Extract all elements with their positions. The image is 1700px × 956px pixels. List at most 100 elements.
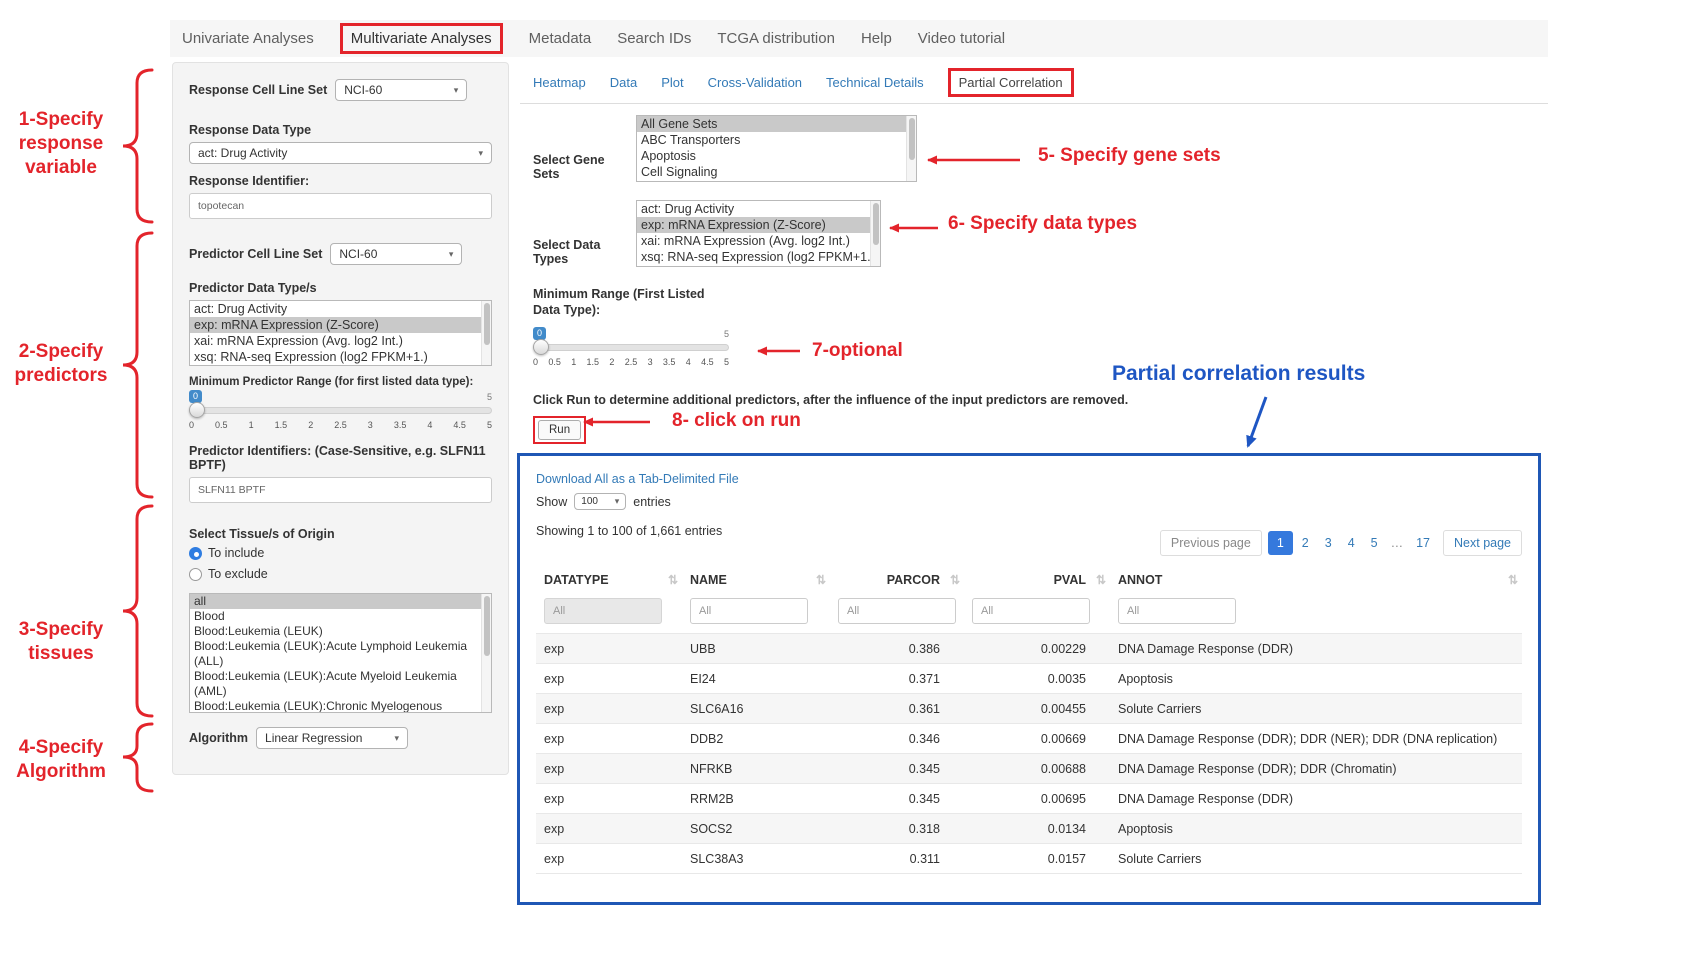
tissue-include-radio[interactable]: To include <box>189 546 492 560</box>
scrollbar-thumb[interactable] <box>873 203 879 245</box>
tissue-option[interactable]: Blood <box>190 609 491 624</box>
tissue-option[interactable]: Blood:Leukemia (LEUK):Chronic Myelogenou… <box>190 699 491 713</box>
column-header-name[interactable]: NAME ⇅ <box>682 564 830 596</box>
tissue-option[interactable]: all <box>190 594 491 609</box>
run-block: Click Run to determine additional predic… <box>533 393 1128 444</box>
scrollbar[interactable] <box>906 116 916 181</box>
filter-input-pval[interactable] <box>972 598 1090 624</box>
cell-annot: Apoptosis <box>1110 814 1522 844</box>
run-button[interactable]: Run <box>538 420 581 440</box>
scrollbar-thumb[interactable] <box>484 596 490 656</box>
page-button-1[interactable]: 1 <box>1268 531 1293 555</box>
sort-icon[interactable]: ⇅ <box>1508 573 1518 587</box>
page-button-17[interactable]: 17 <box>1409 531 1437 555</box>
filter-input-datatype[interactable] <box>544 598 662 624</box>
brace-step-4 <box>123 724 152 791</box>
scrollbar-thumb[interactable] <box>909 118 915 160</box>
tissue-option[interactable]: Blood:Leukemia (LEUK) <box>190 624 491 639</box>
cell-annot: DNA Damage Response (DDR) <box>1110 634 1522 664</box>
column-header-annot[interactable]: ANNOT⇅ <box>1110 564 1522 596</box>
data-type-option[interactable]: xsq: RNA-seq Expression (log2 FPKM+1.) <box>637 249 880 265</box>
main-content: Heatmap Data Plot Cross-Validation Techn… <box>520 62 1550 922</box>
nav-search-ids[interactable]: Search IDs <box>617 30 691 47</box>
partial-correlation-results-panel: Download All as a Tab-Delimited File Sho… <box>517 453 1541 905</box>
response-identifier-label: Response Identifier: <box>189 174 492 188</box>
tab-data[interactable]: Data <box>610 75 637 90</box>
tissue-option[interactable]: Blood:Leukemia (LEUK):Acute Myeloid Leuk… <box>190 669 491 699</box>
data-type-option[interactable]: act: Drug Activity <box>637 201 880 217</box>
sort-icon[interactable]: ⇅ <box>1096 573 1106 587</box>
min-predictor-range-slider[interactable]: 0 5 0 0.5 1 1.5 2 2.5 3 3.5 4 4.5 5 <box>189 390 492 436</box>
show-entries-select[interactable]: 100 ▾ <box>574 493 626 510</box>
tissue-exclude-radio[interactable]: To exclude <box>189 567 492 581</box>
response-cell-line-set-select[interactable]: NCI-60 ▾ <box>335 79 467 101</box>
tick-label: 4.5 <box>701 357 714 367</box>
predictor-cell-line-set-select[interactable]: NCI-60 ▾ <box>330 243 462 265</box>
slider-handle[interactable] <box>533 339 549 355</box>
scrollbar-thumb[interactable] <box>484 303 490 345</box>
column-header-pval[interactable]: PVAL⇅ <box>964 564 1110 596</box>
algorithm-select[interactable]: Linear Regression ▾ <box>256 727 408 749</box>
cell-parcor: 0.345 <box>830 784 964 814</box>
nav-multivariate-analyses[interactable]: Multivariate Analyses <box>340 23 503 54</box>
slider-track[interactable] <box>189 407 492 414</box>
gene-set-option[interactable]: All Gene Sets <box>637 116 916 132</box>
tab-technical-details[interactable]: Technical Details <box>826 75 924 90</box>
minimum-range-slider[interactable]: 0 5 0 0.5 1 1.5 2 2.5 3 3.5 4 4.5 5 <box>533 327 729 373</box>
response-identifier-input[interactable] <box>189 193 492 219</box>
page-button-3[interactable]: 3 <box>1318 531 1339 555</box>
data-type-option[interactable]: xai: mRNA Expression (Avg. log2 Int.) <box>637 233 880 249</box>
sort-icon[interactable]: ⇅ <box>950 573 960 587</box>
predictor-data-type-option[interactable]: xsq: RNA-seq Expression (log2 FPKM+1.) <box>190 349 491 365</box>
filter-input-annot[interactable] <box>1118 598 1236 624</box>
cell-pval: 0.00695 <box>964 784 1110 814</box>
tab-heatmap[interactable]: Heatmap <box>533 75 586 90</box>
scrollbar[interactable] <box>481 594 491 712</box>
column-label: DATATYPE <box>544 573 609 587</box>
cell-parcor: 0.345 <box>830 754 964 784</box>
algorithm-label: Algorithm <box>189 731 248 745</box>
slider-handle[interactable] <box>189 402 205 418</box>
cell-datatype: exp <box>536 754 682 784</box>
gene-set-option[interactable]: Cell Signaling <box>637 164 916 180</box>
scrollbar[interactable] <box>870 201 880 266</box>
column-header-datatype[interactable]: DATATYPE ⇅ <box>536 564 682 596</box>
table-row: exp NFRKB 0.345 0.00688 DNA Damage Respo… <box>536 754 1522 784</box>
slider-track[interactable] <box>533 344 729 351</box>
gene-set-option[interactable]: Apoptosis <box>637 148 916 164</box>
nav-tcga-distribution[interactable]: TCGA distribution <box>717 30 835 47</box>
cell-parcor: 0.371 <box>830 664 964 694</box>
tab-partial-correlation[interactable]: Partial Correlation <box>948 68 1074 97</box>
tab-cross-validation[interactable]: Cross-Validation <box>708 75 802 90</box>
response-data-type-select[interactable]: act: Drug Activity ▾ <box>189 142 492 164</box>
tissue-option[interactable]: Blood:Leukemia (LEUK):Acute Lymphoid Leu… <box>190 639 491 669</box>
nav-help[interactable]: Help <box>861 30 892 47</box>
cell-datatype: exp <box>536 664 682 694</box>
filter-input-parcor[interactable] <box>838 598 956 624</box>
sort-icon[interactable]: ⇅ <box>668 573 678 587</box>
data-type-option[interactable]: exp: mRNA Expression (Z-Score) <box>637 217 880 233</box>
scrollbar[interactable] <box>481 301 491 365</box>
predictor-identifiers-input[interactable] <box>189 477 492 503</box>
cell-annot: DNA Damage Response (DDR); DDR (Chromati… <box>1110 754 1522 784</box>
predictor-data-type-option[interactable]: exp: mRNA Expression (Z-Score) <box>190 317 491 333</box>
predictor-data-type-option[interactable]: xai: mRNA Expression (Avg. log2 Int.) <box>190 333 491 349</box>
nav-video-tutorial[interactable]: Video tutorial <box>918 30 1005 47</box>
predictor-cell-line-set-value: NCI-60 <box>339 247 377 261</box>
page-button-5[interactable]: 5 <box>1364 531 1385 555</box>
tab-plot[interactable]: Plot <box>661 75 683 90</box>
sort-icon[interactable]: ⇅ <box>816 573 826 587</box>
gene-set-option[interactable]: ABC Transporters <box>637 132 916 148</box>
next-page-button[interactable]: Next page <box>1443 530 1522 556</box>
nav-metadata[interactable]: Metadata <box>529 30 592 47</box>
page-button-2[interactable]: 2 <box>1295 531 1316 555</box>
column-header-parcor[interactable]: PARCOR⇅ <box>830 564 964 596</box>
page-button-4[interactable]: 4 <box>1341 531 1362 555</box>
nav-univariate-analyses[interactable]: Univariate Analyses <box>182 30 314 47</box>
column-label: NAME <box>690 573 727 587</box>
filter-input-name[interactable] <box>690 598 808 624</box>
annotation-step-7: 7-optional <box>812 340 903 362</box>
predictor-data-type-option[interactable]: act: Drug Activity <box>190 301 491 317</box>
previous-page-button[interactable]: Previous page <box>1160 530 1262 556</box>
download-link[interactable]: Download All as a Tab-Delimited File <box>536 472 739 486</box>
